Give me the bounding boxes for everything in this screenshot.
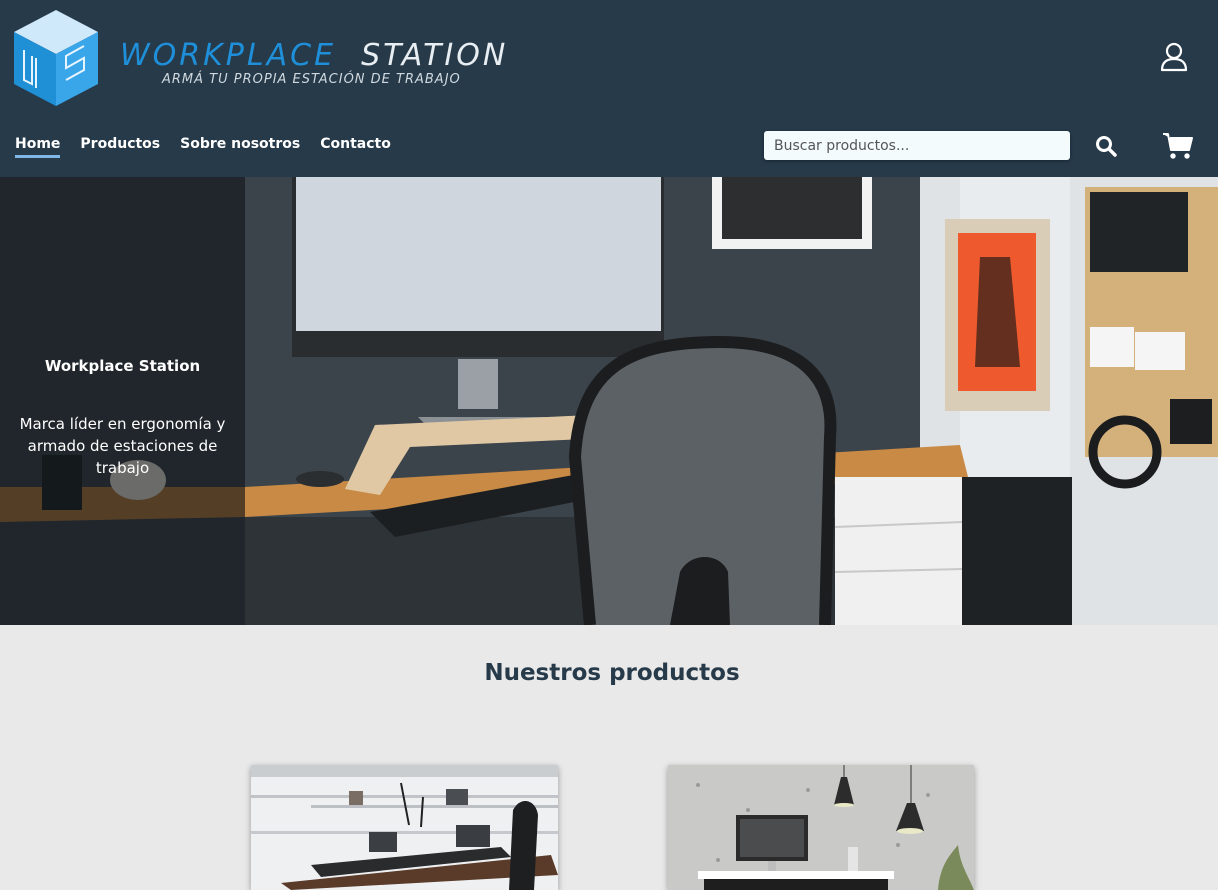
hero-overlay [0,177,245,625]
product-image-concrete-wall-desk [668,765,974,890]
user-icon[interactable] [1160,42,1188,72]
hero-description: Marca líder en ergonomía y armado de est… [19,415,226,477]
brand-title-second: STATION [361,38,509,73]
nav-item-home[interactable]: Home [15,136,61,158]
search-input[interactable] [764,131,1070,160]
site-header: WORKPLACE STATION ARMÁ TU PROPIA ESTACIÓ… [0,0,1218,177]
nav-item-sobre-nosotros[interactable]: Sobre nosotros [180,136,300,158]
brand-tagline: ARMÁ TU PROPIA ESTACIÓN DE TRABAJO [162,72,461,87]
logo-cube-icon[interactable] [14,10,98,106]
cart-icon[interactable] [1162,131,1194,161]
main-nav: Home Productos Sobre nosotros Contacto [15,136,411,158]
product-image-office-desk [251,765,558,890]
brand-title[interactable]: WORKPLACE STATION [120,38,508,73]
nav-item-productos[interactable]: Productos [80,136,160,158]
nav-item-contacto[interactable]: Contacto [320,136,391,158]
product-card[interactable] [668,765,974,890]
brand-title-first: WORKPLACE [120,38,337,73]
search-icon[interactable] [1094,134,1118,158]
hero-banner: Workplace Station Marca líder en ergonom… [0,177,1218,625]
product-card[interactable] [251,765,558,890]
products-section-title: Nuestros productos [484,660,740,686]
hero-title: Workplace Station [44,357,201,375]
